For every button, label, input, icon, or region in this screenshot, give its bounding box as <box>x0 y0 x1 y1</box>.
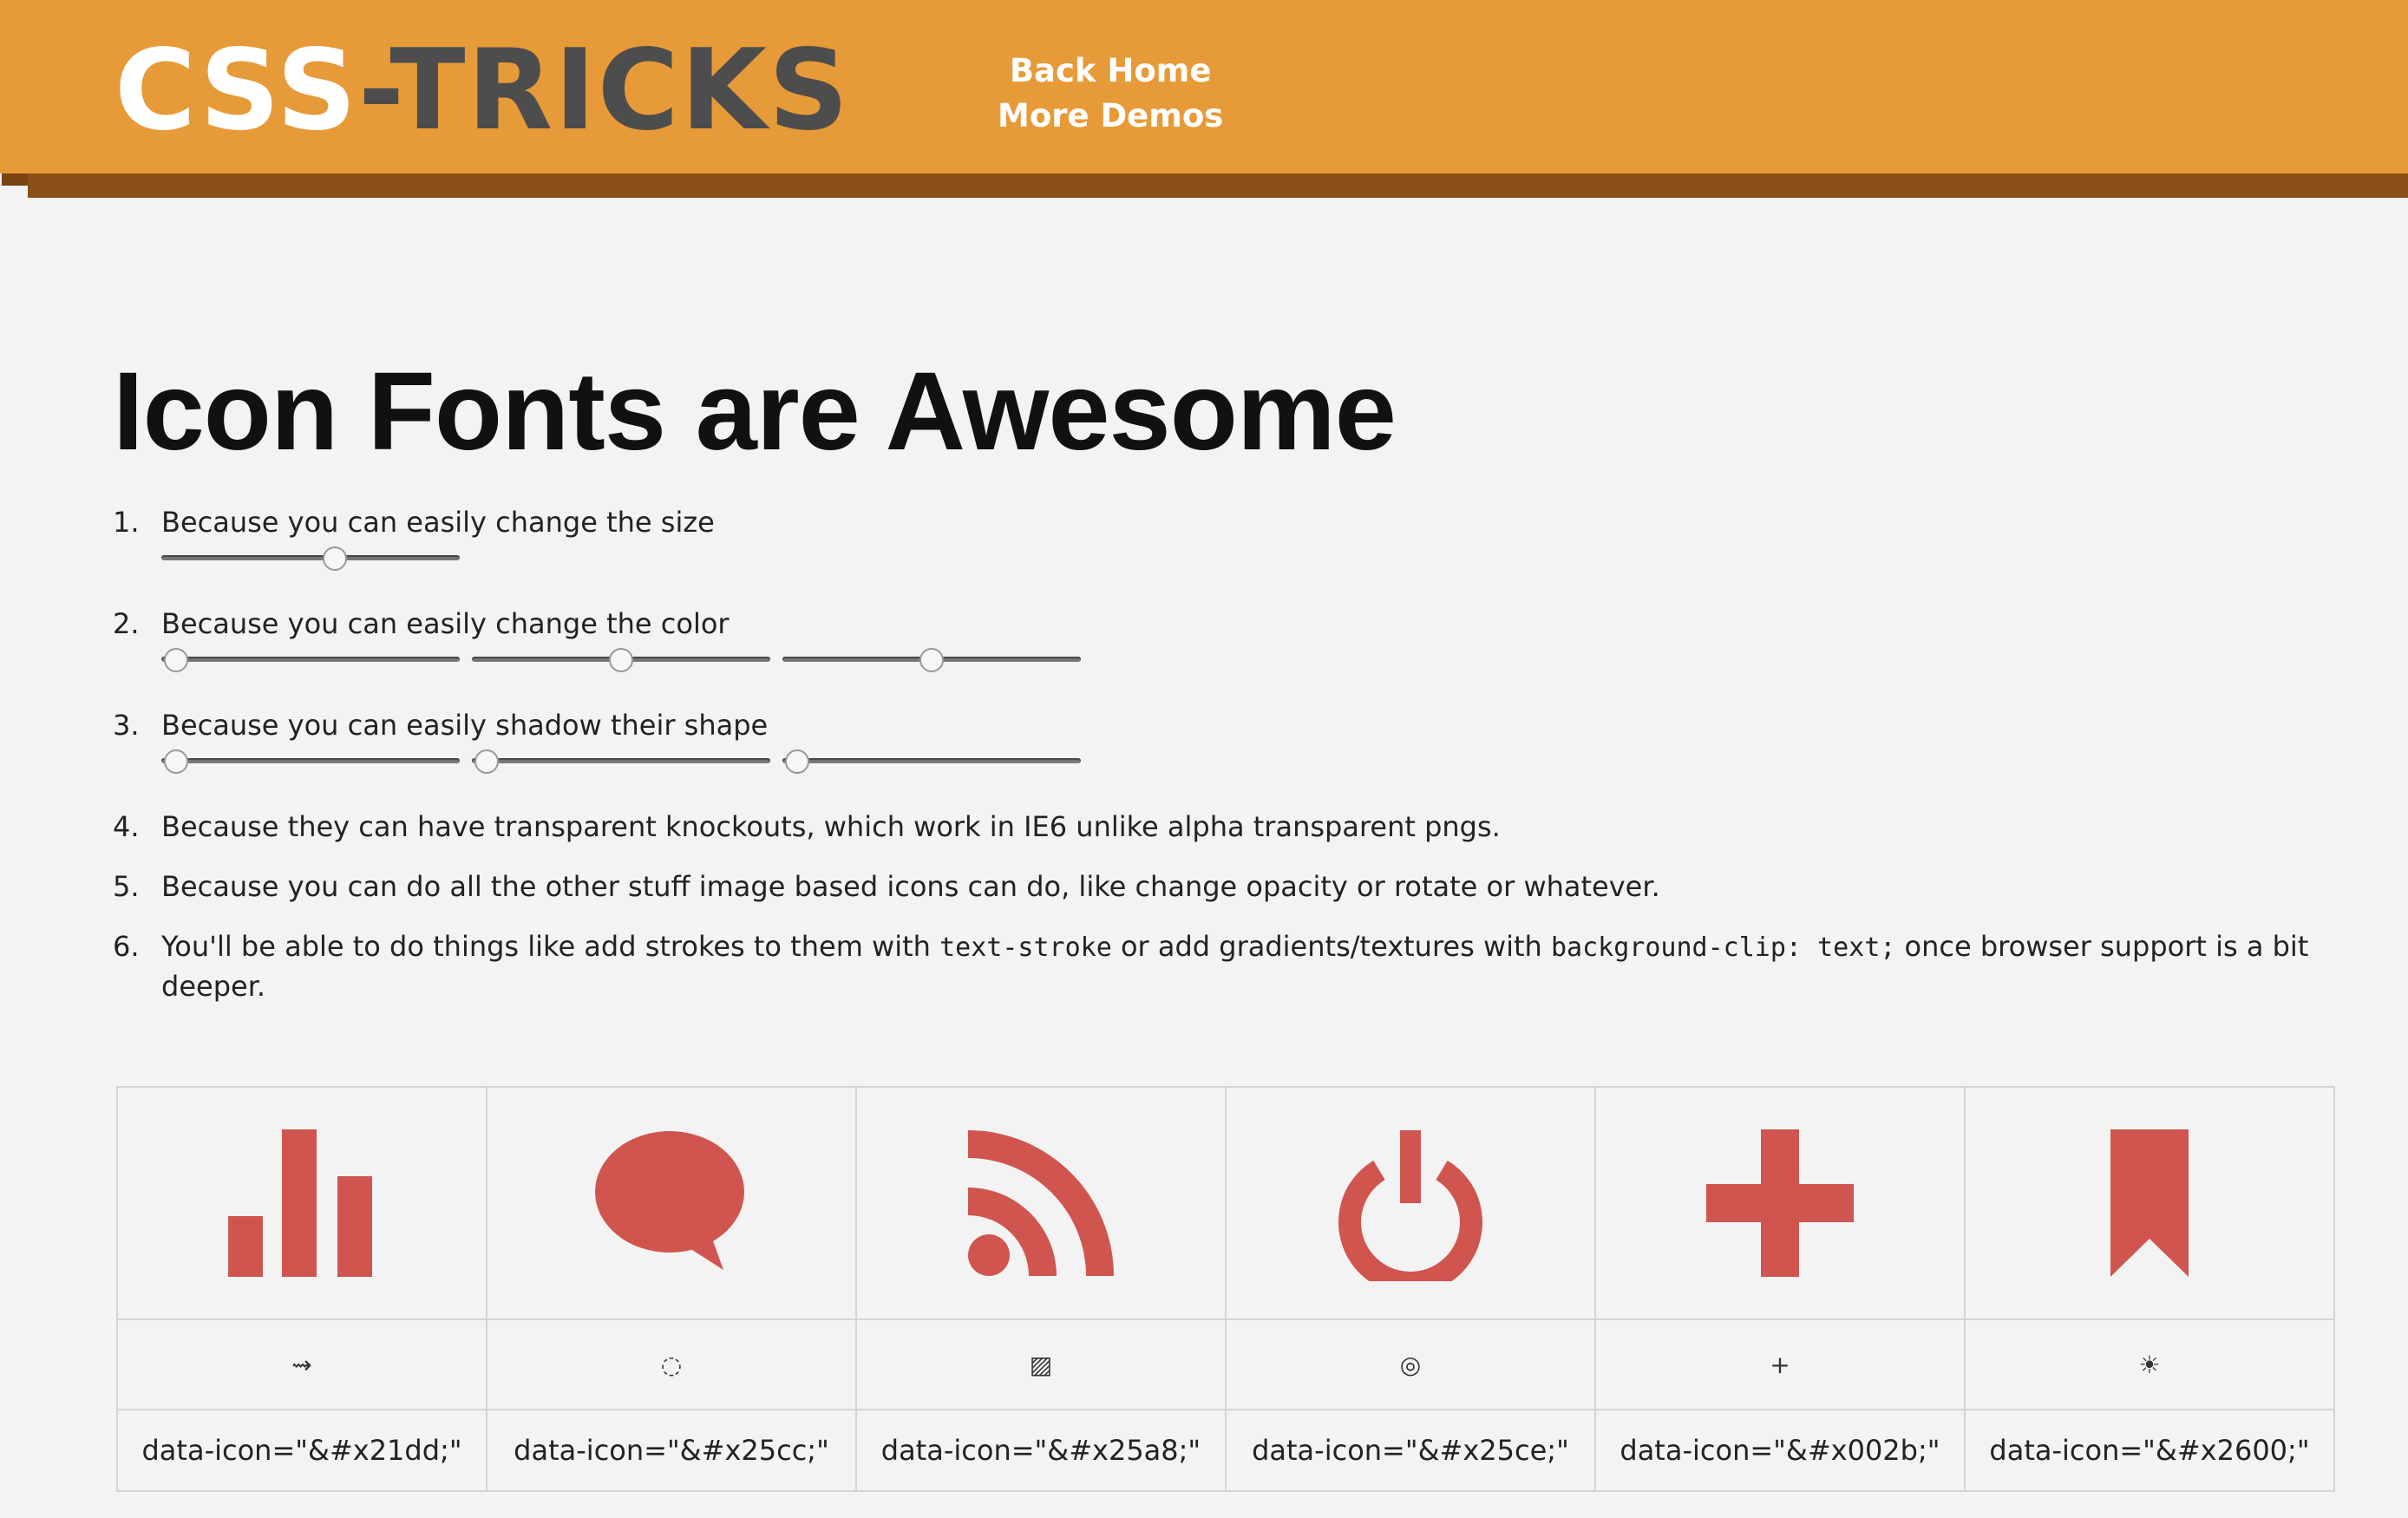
logo-tricks: -TRICKS <box>357 26 851 155</box>
site-header: CSS-TRICKS Back Home More Demos <box>0 0 2408 198</box>
list-text: Because you can easily change the size <box>161 506 715 539</box>
label-cell: data-icon="&#x25cc;" <box>486 1409 857 1492</box>
slider-track <box>161 758 460 763</box>
label-cell: data-icon="&#x25a8;" <box>854 1409 1227 1492</box>
glyph-row: ⇝ ◌ ▨ ◎ + ☀ <box>115 1318 2336 1410</box>
list-number: 6. <box>113 930 140 963</box>
bar-chart-icon <box>118 1129 486 1277</box>
label-cell: data-icon="&#x002b;" <box>1593 1409 1966 1492</box>
glyph-cell: ◌ <box>486 1318 857 1410</box>
label-cell: data-icon="&#x21dd;" <box>115 1409 488 1492</box>
list-text-b: or add gradients/textures with <box>1111 930 1551 963</box>
list-item: 2. Because you can easily change the col… <box>113 605 2333 706</box>
label-cell: data-icon="&#x25ce;" <box>1224 1409 1596 1492</box>
list-number: 4. <box>113 810 140 843</box>
slider-thumb[interactable] <box>164 749 189 774</box>
label-row: data-icon="&#x21dd;" data-icon="&#x25cc;… <box>115 1409 2336 1492</box>
slider-thumb[interactable] <box>919 648 944 672</box>
icon-cell <box>115 1086 488 1320</box>
slider-thumb[interactable] <box>164 648 189 672</box>
data-icon-label: data-icon="&#x25cc;" <box>514 1434 829 1467</box>
glyph-cell: ▨ <box>854 1318 1227 1410</box>
icon-cell <box>486 1086 857 1320</box>
shadow-sliders <box>161 749 2333 777</box>
data-icon-label: data-icon="&#x2600;" <box>1989 1434 2310 1467</box>
power-icon <box>1227 1125 1594 1281</box>
slider-track <box>472 758 770 763</box>
main-content: Icon Fonts are Awesome 1. Because you ca… <box>113 347 2333 1005</box>
data-icon-label: data-icon="&#x21dd;" <box>141 1434 462 1467</box>
red-slider[interactable] <box>161 648 460 672</box>
icon-cell <box>1963 1086 2336 1320</box>
list-number: 5. <box>113 870 140 903</box>
shadow-y-slider[interactable] <box>472 749 770 774</box>
glyph-char: ◌ <box>660 1350 683 1379</box>
list-item: 3. Because you can easily shadow their s… <box>113 706 2333 808</box>
glyph-cell: ◎ <box>1224 1318 1596 1410</box>
slider-track <box>782 758 1081 763</box>
data-icon-label: data-icon="&#x25a8;" <box>880 1434 1201 1467</box>
list-item: 6. You'll be able to do things like add … <box>113 927 2333 1005</box>
header-nav: Back Home More Demos <box>998 49 1223 139</box>
list-number: 2. <box>113 607 140 640</box>
size-sliders <box>161 546 2333 574</box>
list-number: 1. <box>113 506 140 539</box>
icon-row <box>115 1086 2336 1320</box>
shadow-blur-slider[interactable] <box>782 749 1081 774</box>
list-text: Because you can do all the other stuff i… <box>161 870 1660 903</box>
more-demos-link[interactable]: More Demos <box>998 94 1223 139</box>
glyph-char: ◎ <box>1399 1350 1422 1379</box>
glyph-char: + <box>1770 1350 1790 1379</box>
icon-cell <box>1593 1086 1966 1320</box>
icon-cell <box>1224 1086 1596 1320</box>
glyph-cell: + <box>1593 1318 1966 1410</box>
rss-icon <box>857 1125 1225 1281</box>
list-item: 4. Because they can have transparent kno… <box>113 808 2333 867</box>
glyph-char: ▨ <box>1029 1350 1053 1379</box>
label-cell: data-icon="&#x2600;" <box>1963 1409 2336 1492</box>
icon-cell <box>854 1086 1227 1320</box>
code-text-stroke: text-stroke <box>939 932 1112 963</box>
logo-css: CSS <box>115 26 358 155</box>
glyph-cell: ⇝ <box>115 1318 488 1410</box>
shadow-x-slider[interactable] <box>161 749 460 774</box>
data-icon-label: data-icon="&#x25ce;" <box>1252 1434 1569 1467</box>
slider-track <box>161 555 460 560</box>
list-item: 5. Because you can do all the other stuf… <box>113 867 2333 927</box>
glyph-char: ☀ <box>2138 1350 2161 1379</box>
list-number: 3. <box>113 709 140 742</box>
page-title: Icon Fonts are Awesome <box>113 350 1397 474</box>
slider-thumb[interactable] <box>322 546 347 571</box>
slider-thumb[interactable] <box>609 648 633 672</box>
list-text-a: You'll be able to do things like add str… <box>161 930 940 963</box>
plus-icon <box>1596 1129 1964 1277</box>
list-text: Because you can easily shadow their shap… <box>161 709 769 742</box>
reasons-list: 1. Because you can easily change the siz… <box>113 503 2333 1005</box>
glyph-cell: ☀ <box>1963 1318 2336 1410</box>
bookmark-icon <box>1966 1129 2333 1277</box>
glyph-char: ⇝ <box>291 1350 312 1379</box>
speech-bubble-icon <box>487 1129 855 1277</box>
code-background-clip: background-clip: text; <box>1551 932 1896 963</box>
green-slider[interactable] <box>472 648 770 672</box>
list-item: 1. Because you can easily change the siz… <box>113 503 2333 605</box>
slider-track <box>161 657 460 662</box>
list-text: Because you can easily change the color <box>161 607 730 640</box>
slider-thumb[interactable] <box>785 749 810 774</box>
icon-table: ⇝ ◌ ▨ ◎ + ☀ data-icon="&#x21dd;" data-ic… <box>115 1086 2336 1492</box>
color-sliders <box>161 648 2333 676</box>
slider-thumb[interactable] <box>474 749 500 774</box>
back-home-link[interactable]: Back Home <box>998 49 1223 94</box>
blue-slider[interactable] <box>782 648 1081 672</box>
size-slider[interactable] <box>161 546 460 571</box>
list-text: Because they can have transparent knocko… <box>161 810 1501 843</box>
data-icon-label: data-icon="&#x002b;" <box>1620 1434 1940 1467</box>
site-logo[interactable]: CSS-TRICKS <box>115 26 850 156</box>
